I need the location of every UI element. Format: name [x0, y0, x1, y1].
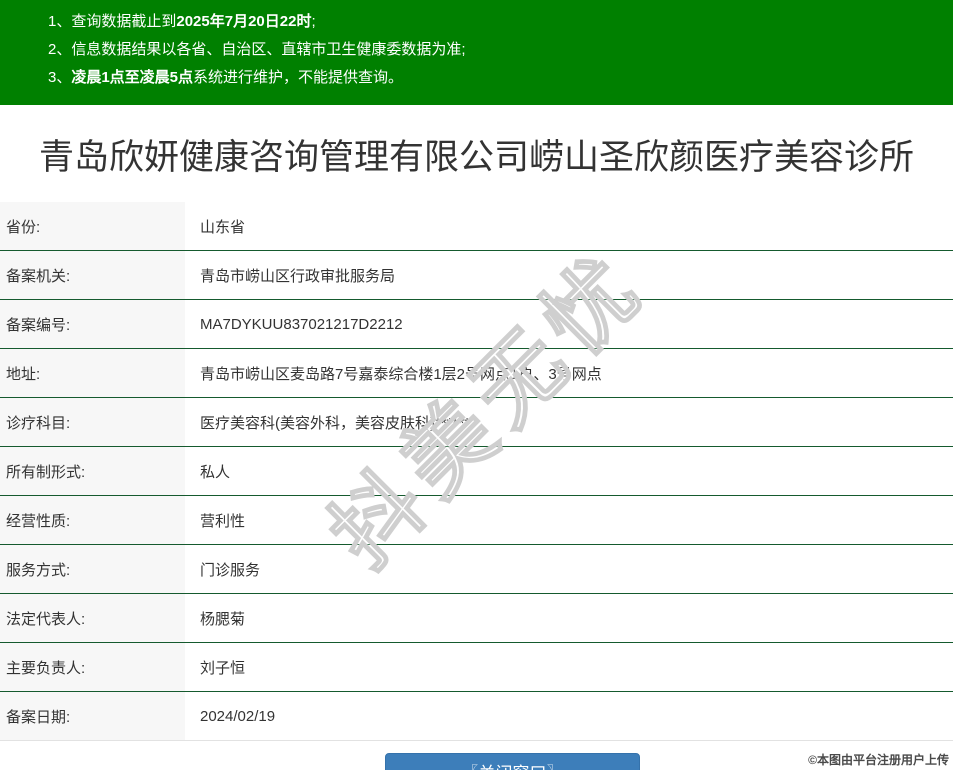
notice-text-bold: 凌晨1点至凌晨5点	[71, 69, 194, 86]
table-row-filing-authority: 备案机关: 青岛市崂山区行政审批服务局	[0, 251, 953, 300]
row-label: 法定代表人:	[0, 594, 185, 642]
table-row-address: 地址: 青岛市崂山区麦岛路7号嘉泰综合楼1层2号网点1户、3号网点	[0, 349, 953, 398]
row-label: 诊疗科目:	[0, 398, 185, 446]
row-label: 省份:	[0, 202, 185, 250]
notice-number: 2、	[48, 41, 72, 58]
row-label: 经营性质:	[0, 496, 185, 544]
table-row-diagnosis-subjects: 诊疗科目: 医疗美容科(美容外科，美容皮肤科)******	[0, 398, 953, 447]
row-value: 刘子恒	[200, 659, 246, 677]
notice-text: 查询数据截止到	[71, 13, 177, 30]
row-value: 门诊服务	[200, 561, 261, 579]
page-title: 青岛欣妍健康咨询管理有限公司崂山圣欣颜医疗美容诊所	[38, 138, 914, 177]
table-row-ownership-type: 所有制形式: 私人	[0, 447, 953, 496]
notice-item: 3、凌晨1点至凌晨5点系统进行维护，不能提供查询。	[48, 64, 943, 92]
row-label: 备案日期:	[0, 692, 185, 740]
row-label: 服务方式:	[0, 545, 185, 593]
notice-number: 1、	[48, 13, 72, 30]
notice-text: 系统进行维护，不能提供查询。	[193, 69, 404, 86]
row-label: 主要负责人:	[0, 643, 185, 691]
notice-text: ;	[311, 13, 316, 30]
table-row-legal-representative: 法定代表人: 杨腮菊	[0, 594, 953, 643]
row-label: 备案编号:	[0, 300, 185, 348]
table-row-main-responsible-person: 主要负责人: 刘子恒	[0, 643, 953, 692]
row-value: 营利性	[200, 512, 246, 530]
notice-banner: 1、查询数据截止到2025年7月20日22时; 2、信息数据结果以各省、自治区、…	[0, 0, 953, 105]
footer-copyright: ©本图由平台注册用户上传	[808, 753, 949, 767]
row-value: 青岛市崂山区麦岛路7号嘉泰综合楼1层2号网点1户、3号网点	[200, 365, 602, 383]
info-table: 省份: 山东省 备案机关: 青岛市崂山区行政审批服务局 备案编号: MA7DYK…	[0, 202, 953, 741]
notice-item: 2、信息数据结果以各省、自治区、直辖市卫生健康委数据为准;	[48, 36, 943, 64]
row-value: 青岛市崂山区行政审批服务局	[200, 267, 396, 285]
row-value: MA7DYKUU837021217D2212	[200, 315, 403, 333]
table-row-operation-nature: 经营性质: 营利性	[0, 496, 953, 545]
row-value: 医疗美容科(美容外科，美容皮肤科)******	[200, 414, 471, 432]
close-window-button[interactable]: 〖关闭窗口〗	[385, 753, 640, 770]
row-value: 山东省	[200, 218, 246, 236]
notice-text-bold: 2025年7月20日22时	[176, 13, 312, 30]
row-label: 所有制形式:	[0, 447, 185, 495]
notice-number: 3、	[48, 69, 72, 86]
table-row-filing-date: 备案日期: 2024/02/19	[0, 692, 953, 741]
notice-text: 信息数据结果以各省、自治区、直辖市卫生健康委数据为准;	[71, 41, 466, 58]
row-value: 私人	[200, 463, 231, 481]
row-label: 地址:	[0, 349, 185, 397]
row-label: 备案机关:	[0, 251, 185, 299]
row-value: 2024/02/19	[200, 707, 276, 725]
table-row-filing-number: 备案编号: MA7DYKUU837021217D2212	[0, 300, 953, 349]
table-row-service-mode: 服务方式: 门诊服务	[0, 545, 953, 594]
row-value: 杨腮菊	[200, 610, 246, 628]
notice-item: 1、查询数据截止到2025年7月20日22时;	[48, 8, 943, 36]
table-row-province: 省份: 山东省	[0, 202, 953, 251]
